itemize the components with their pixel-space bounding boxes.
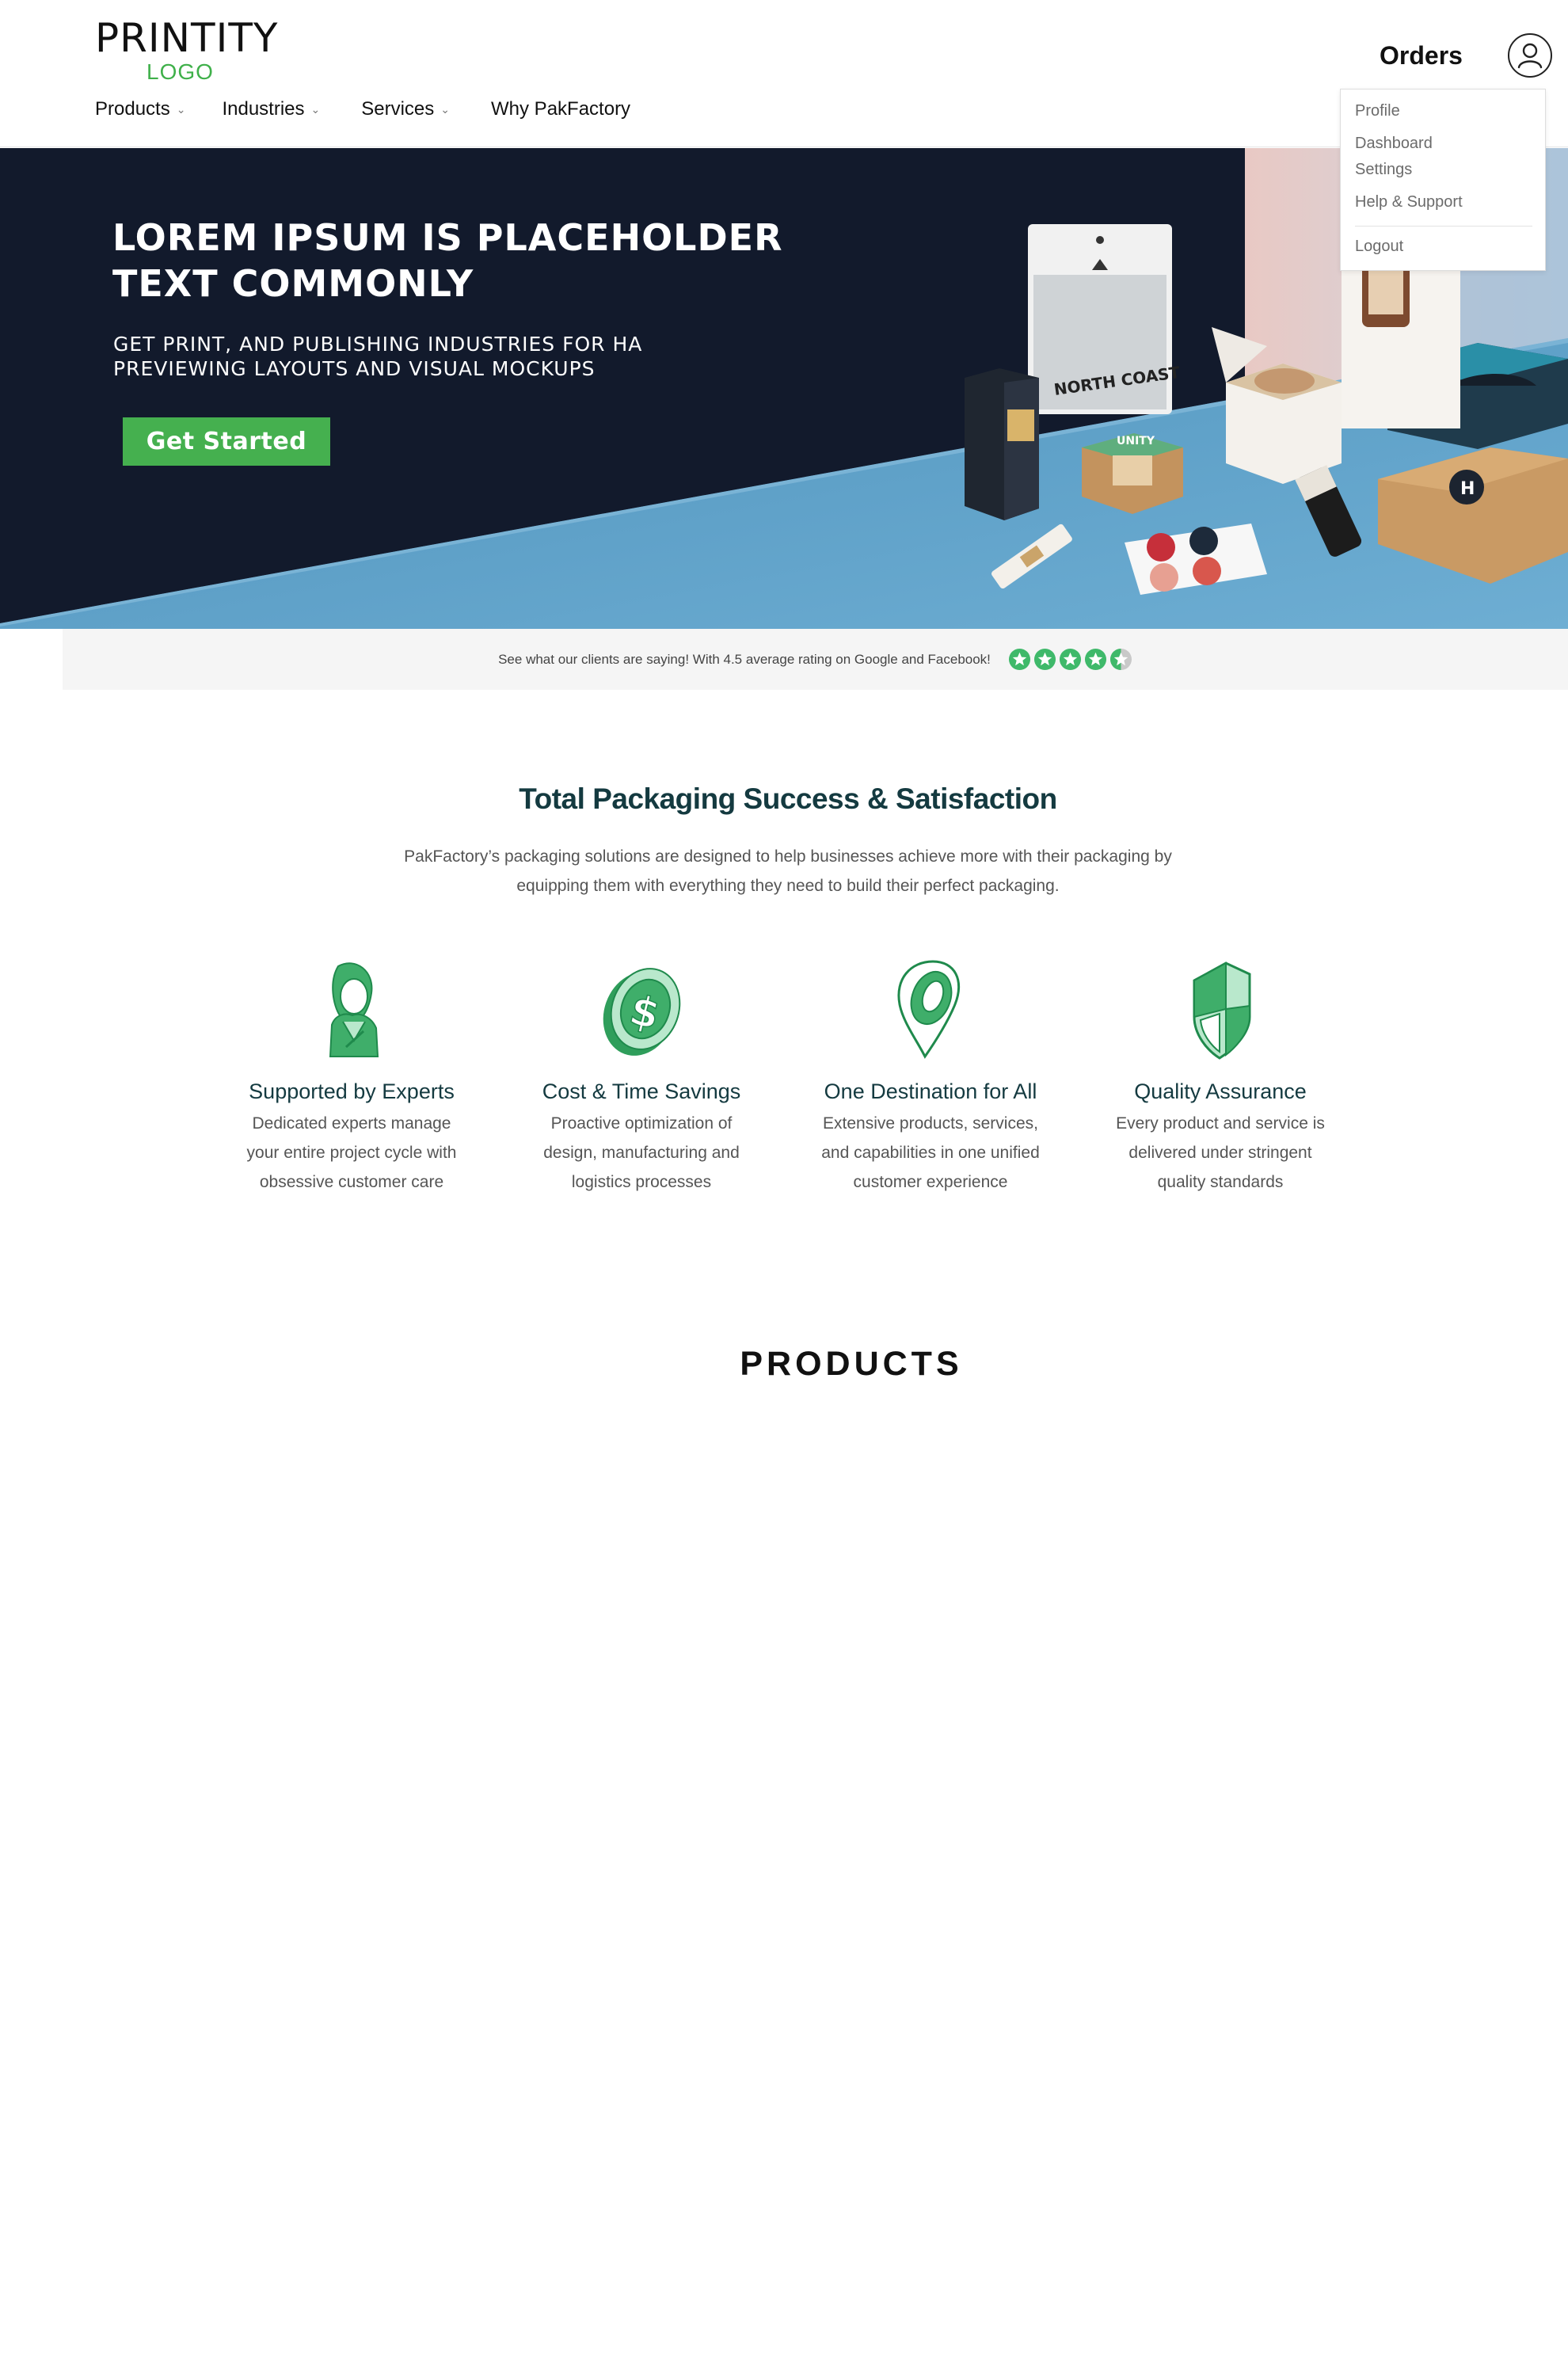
feature-description: Dedicated experts manage your entire pro… xyxy=(246,1114,457,1191)
logo-subtext: LOGO xyxy=(147,59,214,84)
nav-item-label: Industries xyxy=(222,98,305,120)
star-icon xyxy=(1033,648,1056,671)
nav-item-services[interactable]: Services ⌄ xyxy=(361,98,450,120)
rating-text: See what our clients are saying! With 4.… xyxy=(498,651,991,667)
success-section-description: PakFactory’s packaging solutions are des… xyxy=(404,847,1172,895)
feature-title: Supported by Experts xyxy=(249,1079,455,1103)
user-icon xyxy=(1517,43,1543,69)
chevron-down-icon: ⌄ xyxy=(176,102,186,116)
menu-item-logout[interactable]: Logout xyxy=(1355,238,1403,256)
hero-title: LOREM IPSUM IS PLACEHOLDER TEXT COMMONLY xyxy=(112,216,783,305)
nav-item-industries[interactable]: Industries ⌄ xyxy=(222,98,320,120)
pouch-product: NORTH COAST xyxy=(1028,224,1182,414)
user-dropdown-menu: Profile Dashboard Settings Help & Suppor… xyxy=(1340,89,1546,271)
nav-item-label: Services xyxy=(361,98,435,120)
menu-item-help-support[interactable]: Help & Support xyxy=(1355,193,1463,211)
star-icon xyxy=(1008,648,1030,671)
half-star-icon xyxy=(1109,648,1132,671)
expert-person-icon xyxy=(329,962,379,1057)
nav-item-products[interactable]: Products ⌄ xyxy=(95,98,185,120)
success-section-title: Total Packaging Success & Satisfaction xyxy=(519,782,1057,815)
product-label-unity: UNITY xyxy=(1117,435,1155,447)
feature-title: Quality Assurance xyxy=(1134,1079,1307,1103)
location-pin-icon xyxy=(897,960,961,1059)
star-icon xyxy=(1059,648,1081,671)
user-avatar-button[interactable] xyxy=(1508,33,1552,78)
logo-wordmark: PRINTITY xyxy=(95,15,279,61)
site-header: PRINTITY LOGO Products ⌄ Industries ⌄ Se… xyxy=(0,0,1568,147)
hero-banner: NORTH COAST UNITY H LOREM IPSUM IS PLACE… xyxy=(0,148,1568,629)
feature-card: Supported by Experts Dedicated experts m… xyxy=(217,958,486,1197)
nav-item-label: Products xyxy=(95,98,170,120)
products-heading: PRODUCTS xyxy=(740,1345,963,1383)
menu-item-settings[interactable]: Settings xyxy=(1355,161,1412,179)
feature-title: One Destination for All xyxy=(824,1079,1037,1103)
menu-item-profile[interactable]: Profile xyxy=(1355,102,1400,120)
main-nav: Products ⌄ Industries ⌄ Services ⌄ Why P… xyxy=(95,98,667,120)
rating-bar: See what our clients are saying! With 4.… xyxy=(63,629,1568,690)
feature-description: Extensive products, services, and capabi… xyxy=(821,1114,1040,1191)
menu-divider xyxy=(1355,226,1532,227)
feature-card: $ Cost & Time Savings Proactive optimiza… xyxy=(507,958,776,1197)
site-logo[interactable]: PRINTITY LOGO xyxy=(95,15,279,84)
chevron-down-icon: ⌄ xyxy=(440,102,451,116)
shield-icon xyxy=(1193,961,1251,1060)
get-started-button[interactable]: Get Started xyxy=(123,417,330,466)
hero-subtitle: GET PRINT, AND PUBLISHING INDUSTRIES FOR… xyxy=(113,333,643,380)
feature-title: Cost & Time Savings xyxy=(542,1079,741,1103)
star-icon xyxy=(1084,648,1106,671)
svg-text:H: H xyxy=(1460,479,1475,499)
nav-item-why-pakfactory[interactable]: Why PakFactory xyxy=(491,98,630,120)
rating-stars xyxy=(1008,648,1132,671)
nav-item-label: Why PakFactory xyxy=(491,98,631,120)
feature-card: Quality Assurance Every product and serv… xyxy=(1086,958,1355,1197)
orders-link[interactable]: Orders xyxy=(1380,41,1463,70)
chevron-down-icon: ⌄ xyxy=(310,102,321,116)
feature-description: Every product and service is delivered u… xyxy=(1116,1114,1325,1191)
feature-description: Proactive optimization of design, manufa… xyxy=(543,1114,740,1191)
dollar-coin-icon: $ xyxy=(603,968,681,1056)
menu-item-dashboard[interactable]: Dashboard xyxy=(1355,135,1433,153)
feature-card: One Destination for All Extensive produc… xyxy=(796,958,1065,1197)
